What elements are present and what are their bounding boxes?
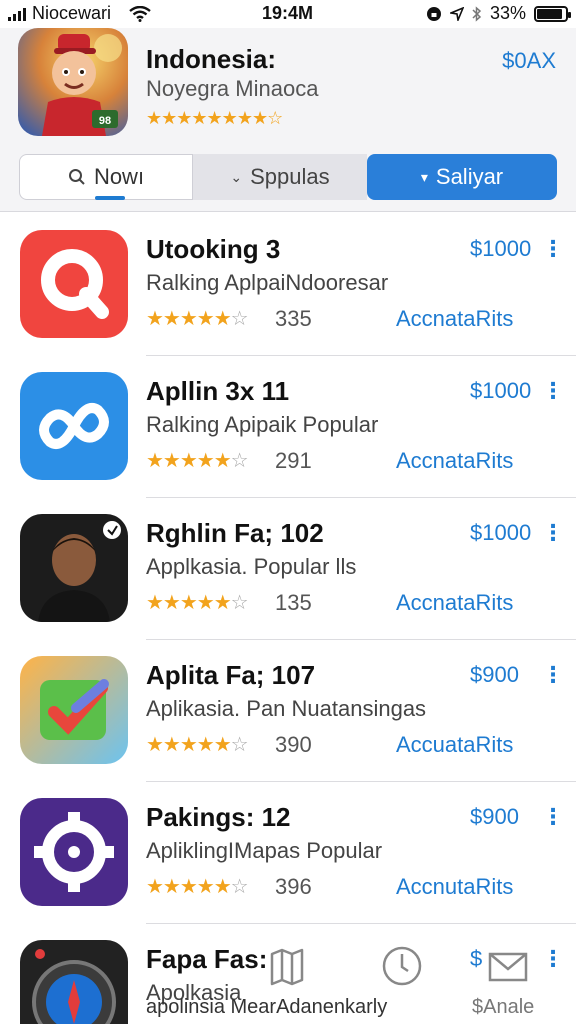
app-name: Aplita Fa; 107 [146,660,316,690]
bottom-text: apolinsia MearAdanenkarly [146,996,388,1018]
carrier-label: Niocewari [32,3,112,23]
search-icon [68,169,85,185]
status-left: Niocewari [8,3,151,24]
tab-now[interactable]: Nowı [19,154,193,200]
bottom-right-label[interactable]: $Anale [472,996,534,1019]
hero-rating-stars: ★★★★★★★★☆ [146,108,283,128]
app-header: 98 Indonesia: Noyegra Minaoca ★★★★★★★★☆ … [0,28,576,148]
empty-star: ☆ [230,876,249,898]
price-button[interactable]: $900 [470,804,519,830]
infinity-app-icon[interactable] [20,372,128,480]
page-subtitle: Noyegra Minaoca [146,76,319,101]
filter-tabs: Nowı ⌄ Sppulas ▾ Saliyar [0,148,576,212]
rating-count: 390 [275,732,312,757]
chevron-down-icon: ⌄ [230,168,243,185]
price-button[interactable]: $900 [470,662,519,688]
status-right: 33% [426,3,571,24]
app-name: Rghlin Fa; 102 [146,518,324,548]
action-link[interactable]: AccnataRits [396,448,513,474]
tab-label: Sppulas [250,164,330,189]
action-link[interactable]: AccnataRits [396,590,513,616]
signal-icon [8,7,26,21]
svg-text:98: 98 [99,115,111,127]
empty-star: ☆ [230,308,249,330]
list-item[interactable]: Utooking 3 Ralking AplpaiNdooresar ★★★★★☆ 3… [0,214,576,356]
clock-icon[interactable] [380,944,424,988]
price-button[interactable]: $1000 [470,378,531,404]
more-options-icon[interactable]: ⋮ [542,236,564,262]
empty-star: ☆ [230,450,249,472]
list-item[interactable]: Apllin 3x 11 Ralking Apipaik Popular ★★★★★… [0,356,576,498]
portrait-app-icon[interactable] [20,514,128,622]
rating-stars: ★★★★★☆ [146,448,249,473]
map-icon[interactable] [264,944,308,988]
rating-count: 135 [275,590,312,615]
filled-stars: ★★★★★ [146,308,232,330]
action-link[interactable]: AccnutaRits [396,874,513,900]
empty-star: ☆ [230,734,249,756]
hero-price-button[interactable]: $0AX [502,48,556,74]
magnifier-app-icon[interactable] [20,230,128,338]
battery-percent: 33% [489,3,526,23]
location-icon [449,6,464,21]
bottom-nav: apolinsia MearAdanenkarly $Anale [0,936,576,1024]
app-name: Apllin 3x 11 [146,376,290,406]
rating-count: 396 [275,874,312,899]
list-item[interactable]: Rghlin Fa; 102 Applkasia. Popular lls ★★★★… [0,498,576,640]
rating-count: 335 [275,306,312,331]
price-button[interactable]: $1000 [470,236,531,262]
rating-stars: ★★★★★☆ [146,732,249,757]
action-link[interactable]: AccuataRits [396,732,513,758]
app-subtitle: Ralking Apipaik Popular [146,412,379,437]
status-bar: Niocewari 19:4M 33% [0,0,576,28]
more-options-icon[interactable]: ⋮ [542,662,564,688]
clock-time: 19:4M [262,3,314,23]
battery-icon [534,5,571,22]
checkmark-app-icon[interactable] [20,656,128,764]
gear-app-icon[interactable] [20,798,128,906]
app-name: Pakings: 12 [146,802,291,832]
more-options-icon[interactable]: ⋮ [542,520,564,546]
bluetooth-icon [472,5,482,22]
wifi-icon [129,5,151,22]
more-options-icon[interactable]: ⋮ [542,378,564,404]
page-title: Indonesia: [146,44,277,74]
rating-stars: ★★★★★☆ [146,590,249,615]
cartoon-character-icon[interactable]: 98 [18,28,128,136]
filled-stars: ★★★★★ [146,876,232,898]
price-button[interactable]: $1000 [470,520,531,546]
rating-stars: ★★★★★☆ [146,306,249,331]
chevron-down-icon: ▾ [420,168,428,185]
rating-stars: ★★★★★☆ [146,874,249,899]
action-link[interactable]: AccnataRits [396,306,513,332]
app-subtitle: ApliklingIMapas Popular [146,838,383,863]
app-subtitle: Applkasia. Popular lls [146,554,357,579]
tab-selected[interactable]: ▾ Saliyar [367,154,557,200]
list-item[interactable]: Aplita Fa; 107 Aplikasia. Pan Nuatansinga… [0,640,576,782]
rating-count: 291 [275,448,312,473]
app-subtitle: Aplikasia. Pan Nuatansingas [146,696,427,721]
filled-stars: ★★★★★ [146,734,232,756]
list-item[interactable]: Pakings: 12 ApliklingIMapas Popular ★★★★★☆… [0,782,576,924]
filled-stars: ★★★★★ [146,450,232,472]
empty-star: ☆ [230,592,249,614]
lock-rotation-icon [426,6,441,21]
filled-stars: ★★★★★ [146,592,232,614]
mail-icon[interactable] [486,944,530,988]
tab-popular[interactable]: ⌄ Sppulas [193,154,367,200]
tab-label: Nowı [93,164,145,189]
app-name: Utooking 3 [146,234,281,264]
tab-label: Saliyar [435,164,504,189]
app-subtitle: Ralking AplpaiNdooresar [146,270,389,295]
more-options-icon[interactable]: ⋮ [542,804,564,830]
